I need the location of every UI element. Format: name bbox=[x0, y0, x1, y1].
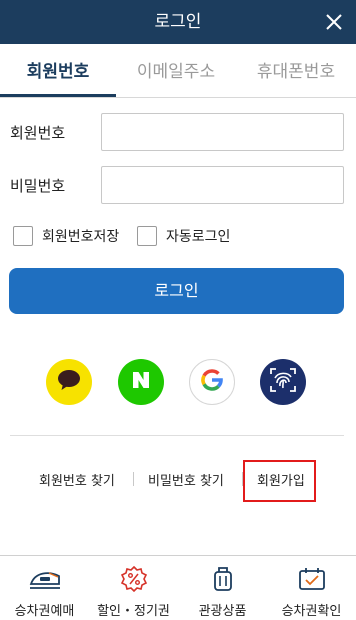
tab-member-number[interactable]: 회원번호 bbox=[0, 44, 116, 98]
discount-gear-icon bbox=[118, 565, 150, 593]
auto-login-checkbox[interactable] bbox=[137, 226, 157, 246]
nav-label: 승차권확인 bbox=[281, 604, 342, 619]
kakao-speech-bubble-icon bbox=[56, 368, 82, 396]
google-login-button[interactable] bbox=[189, 359, 235, 405]
member-number-input[interactable] bbox=[101, 113, 344, 151]
nav-label: 관광상품 bbox=[198, 604, 247, 619]
nav-tour-products[interactable]: 관광상품 bbox=[178, 556, 267, 620]
save-member-number-checkbox[interactable] bbox=[13, 226, 33, 246]
ktx-train-icon bbox=[29, 566, 61, 592]
save-member-number-option[interactable]: 회원번호저장 bbox=[13, 224, 119, 248]
app-header: 로그인 bbox=[0, 0, 356, 44]
naver-login-button[interactable] bbox=[118, 359, 164, 405]
login-button[interactable]: 로그인 bbox=[9, 268, 344, 314]
member-number-label: 회원번호 bbox=[10, 124, 66, 142]
luggage-icon bbox=[207, 566, 239, 592]
tab-email[interactable]: 이메일주소 bbox=[116, 44, 236, 98]
biometric-login-button[interactable] bbox=[260, 359, 306, 405]
save-member-number-label: 회원번호저장 bbox=[42, 229, 120, 245]
google-g-icon bbox=[199, 367, 225, 397]
nav-ticket-booking[interactable]: 승차권예매 bbox=[0, 556, 89, 620]
naver-n-icon bbox=[131, 370, 151, 394]
tab-phone[interactable]: 휴대폰번호 bbox=[236, 44, 356, 98]
login-method-tabs: 회원번호 이메일주소 휴대폰번호 bbox=[0, 44, 356, 98]
nav-discount-pass[interactable]: 할인・정기권 bbox=[89, 556, 178, 620]
nav-ticket-check[interactable]: 승차권확인 bbox=[267, 556, 356, 620]
password-input[interactable] bbox=[101, 166, 344, 204]
auto-login-option[interactable]: 자동로그인 bbox=[137, 224, 230, 248]
ticket-check-icon bbox=[296, 566, 328, 592]
divider bbox=[10, 435, 344, 436]
bottom-nav: 승차권예매 할인・정기권 관광상품 승차권확인 bbox=[0, 555, 356, 620]
link-separator bbox=[133, 472, 134, 486]
fingerprint-icon bbox=[268, 365, 298, 399]
find-member-number-link[interactable]: 회원번호 찾기 bbox=[39, 470, 115, 489]
sign-up-highlight-box bbox=[243, 460, 316, 502]
active-tab-indicator bbox=[0, 94, 116, 97]
kakao-login-button[interactable] bbox=[46, 359, 92, 405]
close-icon[interactable] bbox=[324, 12, 344, 32]
nav-label: 할인・정기권 bbox=[97, 604, 170, 619]
find-password-link[interactable]: 비밀번호 찾기 bbox=[148, 470, 224, 489]
nav-label: 승차권예매 bbox=[14, 604, 75, 619]
auto-login-label: 자동로그인 bbox=[166, 229, 231, 245]
password-label: 비밀번호 bbox=[10, 177, 66, 195]
page-title: 로그인 bbox=[154, 12, 202, 32]
